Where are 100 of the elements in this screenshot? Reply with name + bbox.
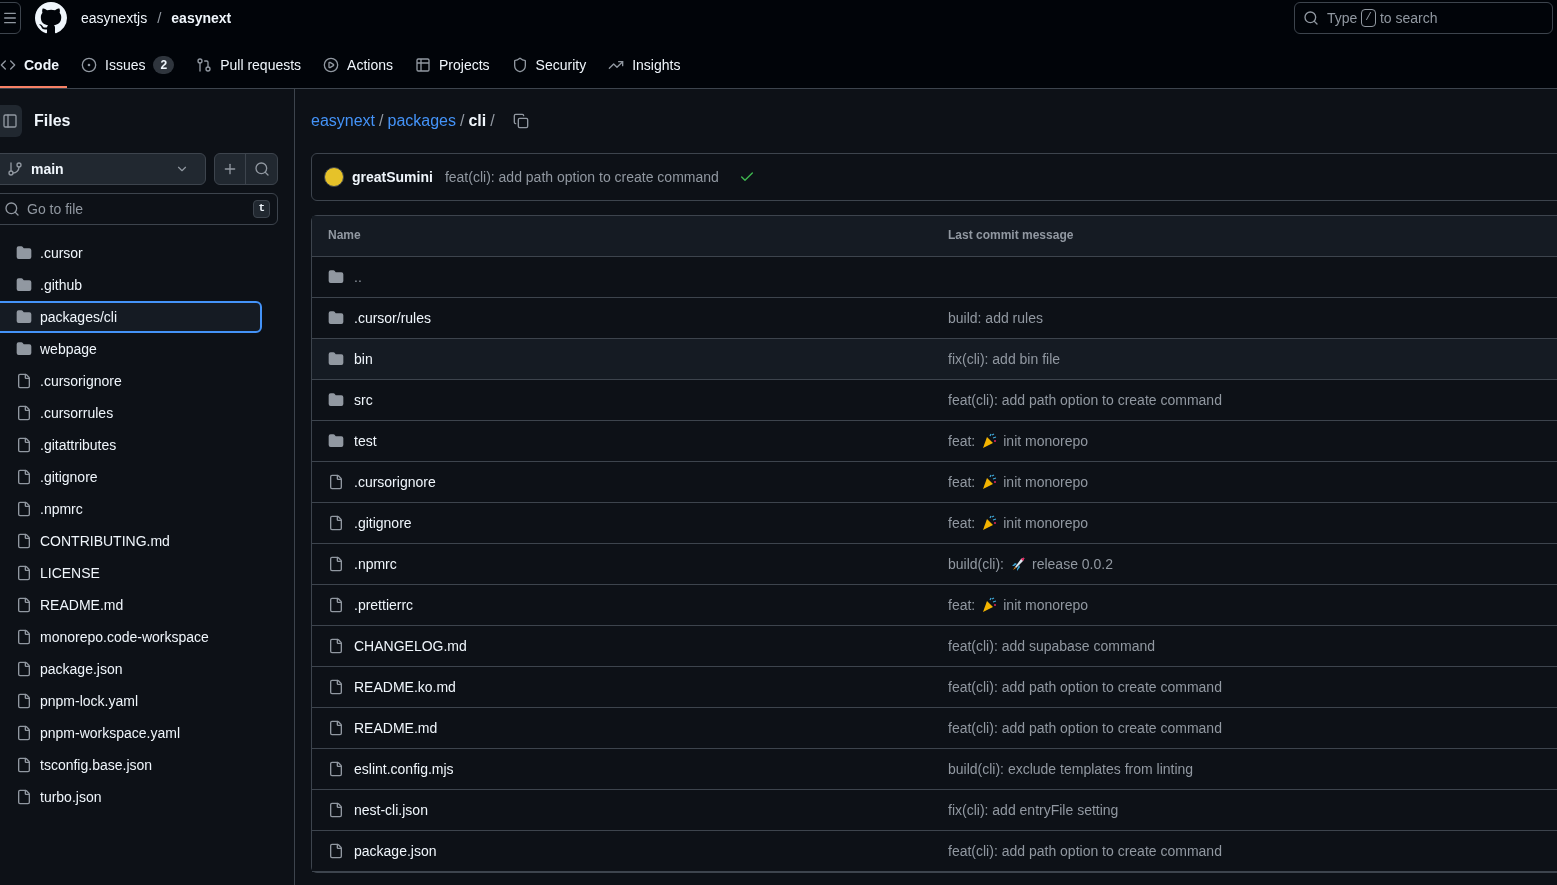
files-heading: Files [34,110,71,131]
repo-tab[interactable]: Insights [608,44,689,88]
file-name-link[interactable]: src [354,390,373,410]
file-tree-item[interactable]: pnpm-lock.yaml [0,685,262,717]
branch-icon [7,161,23,177]
owner-link[interactable]: easynextjs [81,8,148,28]
breadcrumb-link[interactable]: easynext [311,109,376,133]
breadcrumb-separator: / [490,110,495,131]
commit-message-link[interactable]: feat(cli): add supabase command [948,636,1155,656]
file-name-link[interactable]: .prettierrc [354,595,414,615]
commit-message-link[interactable]: feat: [948,513,976,533]
commit-message-link[interactable]: init monorepo [1003,513,1089,533]
commit-message-link[interactable]: feat: [948,431,976,451]
file-tree-item[interactable]: README.md [0,589,262,621]
commit-message-link[interactable]: init monorepo [1003,472,1089,492]
repo-tab[interactable]: Actions [323,44,401,88]
file-tree-item[interactable]: .npmrc [0,493,262,525]
commit-message-link[interactable]: feat(cli): add path option to create command [444,167,719,187]
file-icon [16,469,32,485]
file-row[interactable]: bin fix(cli): add bin file [312,339,1557,380]
collapse-sidebar-button[interactable] [0,105,22,137]
file-name-link[interactable]: eslint.config.mjs [354,759,454,779]
party-popper-icon [981,474,998,490]
file-tree-item[interactable]: pnpm-workspace.yaml [0,717,262,749]
commit-message-link[interactable]: feat(cli): add path option to create command [948,390,1222,410]
file-name-link[interactable]: test [354,431,377,451]
commit-message-link[interactable]: init monorepo [1003,595,1089,615]
file-name-link[interactable]: README.md [354,718,438,738]
search-hint: to search [1379,9,1438,28]
commit-message-link[interactable]: release 0.0.2 [1032,554,1113,574]
file-name-link[interactable]: .cursorignore [354,472,436,492]
file-tree-item[interactable]: .github [0,269,262,301]
file-icon [328,761,344,777]
file-tree-item[interactable]: .cursorrules [0,397,262,429]
breadcrumb-link[interactable]: packages [387,109,456,133]
pull-request-icon [196,57,213,73]
file-tree-item[interactable]: .cursor [0,237,262,269]
play-icon [323,57,340,73]
branch-select[interactable]: main [0,153,206,185]
shortcut-key: t [253,200,270,218]
table-icon [415,57,431,73]
file-tree-item[interactable]: webpage [0,333,262,365]
commit-message-link[interactable]: feat: [948,472,976,492]
folder-icon [328,310,344,326]
folder-icon [16,341,32,357]
file-name-link[interactable]: .. [354,267,362,287]
file-tree-item[interactable]: .cursorignore [0,365,262,397]
file-tree-item[interactable]: monorepo.code-workspace [0,621,262,653]
folder-icon [16,309,32,325]
file-icon [328,515,344,531]
file-icon [16,629,32,645]
file-name-link[interactable]: bin [354,349,373,369]
file-name-link[interactable]: .gitignore [354,513,412,533]
repo-tab[interactable]: Projects [415,44,498,88]
commit-message-link[interactable]: build(cli): exclude templates from linting [948,759,1194,779]
file-tree-item[interactable]: .gitignore [0,461,262,493]
folder-icon [16,277,32,293]
commit-message-link[interactable]: fix(cli): add entryFile setting [948,800,1119,820]
folder-icon [328,392,344,408]
commit-message-link[interactable]: build(cli): [948,554,1004,574]
file-tree-item[interactable]: turbo.json [0,781,262,813]
rocket-icon [1010,556,1026,572]
count-badge: 2 [153,56,175,74]
file-tree-item[interactable]: tsconfig.base.json [0,749,262,781]
copy-icon [512,113,529,129]
commit-message-link[interactable]: feat(cli): add path option to create command [948,841,1222,861]
repo-tab[interactable]: Pull requests [196,44,310,88]
commit-message-link[interactable]: feat: [948,595,976,615]
file-name-link[interactable]: .cursor/rules [354,308,432,328]
search-field[interactable]: Type / to search [1294,2,1553,34]
repo-tab[interactable]: Security [511,44,595,88]
commit-message-link[interactable]: fix(cli): add bin file [948,349,1061,369]
search-icon [4,201,20,217]
commit-message-link[interactable]: feat(cli): add path option to create command [948,677,1222,697]
code-icon [0,57,16,73]
commit-author-link[interactable]: greatSumini [352,167,433,187]
file-tree-item[interactable]: .gitattributes [0,429,262,461]
commit-message-link[interactable]: build: add rules [948,308,1043,328]
commit-message-link[interactable]: init monorepo [1003,431,1089,451]
file-name-link[interactable]: .npmrc [354,554,397,574]
file-name-link[interactable]: README.ko.md [354,677,456,697]
file-name-link[interactable]: CHANGELOG.md [354,636,467,656]
file-tree-item[interactable]: package.json [0,653,262,685]
file-tree-item[interactable]: LICENSE [0,557,262,589]
repo-link[interactable]: easynext [171,8,232,28]
column-header: Name [328,227,362,245]
commit-message-link[interactable]: feat(cli): add path option to create command [948,718,1222,738]
file-icon [16,373,32,389]
file-name-link[interactable]: nest-cli.json [354,800,428,820]
avatar [324,167,344,187]
file-name-link[interactable]: package.json [354,841,437,861]
file-icon [328,474,344,490]
file-tree-item[interactable]: CONTRIBUTING.md [0,525,262,557]
path-separator: / [157,8,162,29]
file-icon [328,679,344,695]
sidebar-icon [2,113,18,129]
octocat-logo-icon[interactable] [35,2,67,34]
repo-tab[interactable]: Issues 2 [81,44,183,88]
menu-icon [1,10,18,26]
file-tree-item[interactable]: packages/cli [0,301,262,333]
